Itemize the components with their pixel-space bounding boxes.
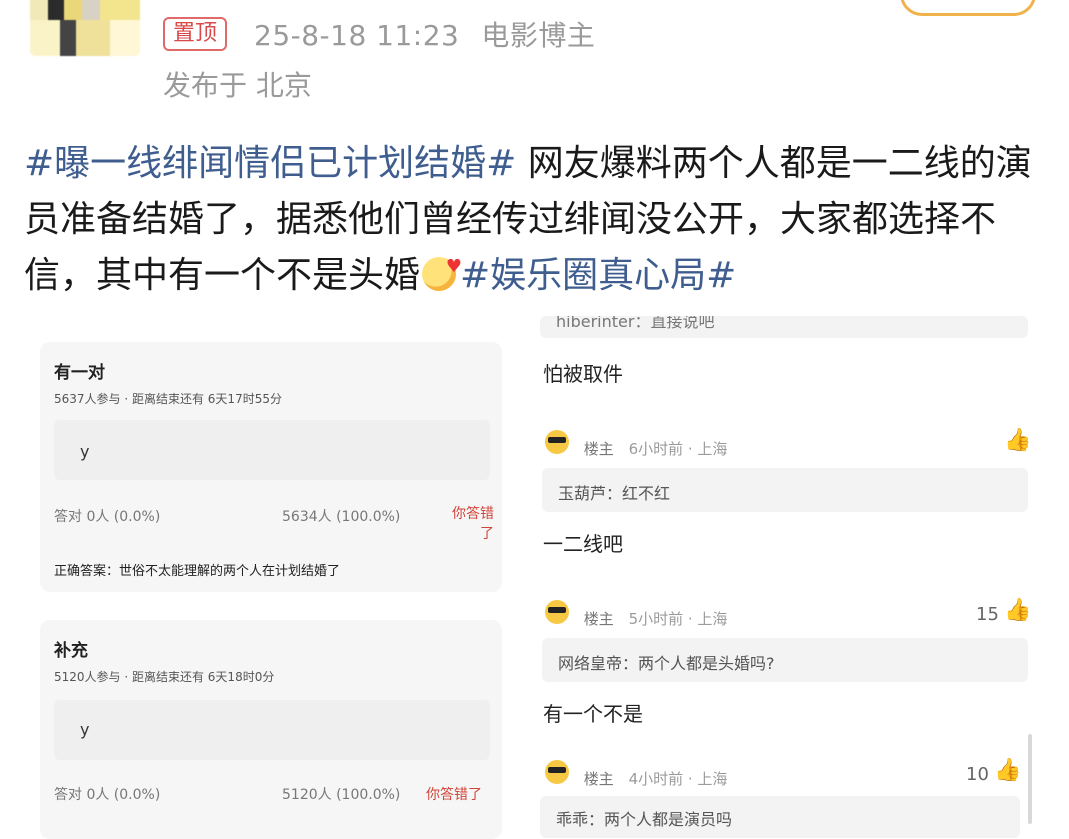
post-timestamp: 25-8-18 11:23 — [254, 19, 460, 52]
poll-result: 你答错了 — [452, 506, 494, 542]
pinned-badge: 置顶 — [163, 17, 228, 51]
like-count: 10 — [966, 764, 989, 785]
like-count: 15 — [976, 604, 999, 625]
scrollbar[interactable] — [1028, 734, 1032, 824]
comment-user-row: 楼主 4小时前 · 上海 — [545, 760, 727, 789]
poll-result: 你答错了 — [426, 787, 482, 803]
reply-text: 玉葫芦：红不红 — [558, 484, 671, 503]
comment-user[interactable]: 楼主 — [584, 610, 614, 628]
poll-title: 有一对 — [54, 363, 105, 383]
hashtag-link[interactable]: #娱乐圈真心局# — [460, 255, 736, 296]
comment-time: 4小时前 · 上海 — [628, 770, 728, 788]
poll-option-label: y — [80, 442, 90, 461]
comment-text: 怕被取件 — [543, 362, 623, 386]
post-meta: 25-8-18 11:23 电影博主 — [254, 14, 617, 54]
poll-option[interactable]: y — [54, 700, 490, 760]
comment-time: 5小时前 · 上海 — [628, 610, 728, 628]
thumbs-up-icon[interactable]: 👍 — [1004, 598, 1031, 623]
comment-text: 一二线吧 — [543, 532, 623, 556]
reply-text: hiberinter：直接说吧 — [556, 316, 715, 331]
reply-preview[interactable]: hiberinter：直接说吧 — [540, 316, 1028, 338]
poll-card: 有一对 5637人参与 · 距离结束还有 6天17时55分 y 答对 0人 (0… — [40, 342, 502, 592]
poll-correct-stat: 答对 0人 (0.0%) — [54, 787, 161, 803]
poll-card: 补充 5120人参与 · 距离结束还有 6天18时0分 y 答对 0人 (0.0… — [40, 620, 502, 839]
post-source: 电影博主 — [481, 19, 596, 52]
comment-user-row: 楼主 6小时前 · 上海 — [545, 430, 727, 459]
poll-correct-stat: 答对 0人 (0.0%) — [54, 509, 161, 525]
comment-time: 6小时前 · 上海 — [628, 440, 728, 458]
comment-text: 有一个不是 — [543, 702, 643, 726]
reply-preview[interactable]: 网络皇帝：两个人都是头婚吗? — [542, 638, 1028, 682]
post-location: 发布于 北京 — [163, 69, 312, 102]
hashtag-link[interactable]: #曝一线绯闻情侣已计划结婚# — [24, 143, 516, 184]
comment-user[interactable]: 楼主 — [584, 440, 614, 458]
comment-user[interactable]: 楼主 — [584, 770, 614, 788]
poll-option[interactable]: y — [54, 420, 490, 480]
sunglasses-emoji-icon — [545, 600, 569, 624]
poll-wrong-stat: 5634人 (100.0%) — [282, 509, 401, 525]
poll-answer: 正确答案：世俗不太能理解的两个人在计划结婚了 — [54, 564, 341, 579]
poll-wrong-stat: 5120人 (100.0%) — [282, 787, 401, 803]
sunglasses-emoji-icon — [545, 430, 569, 454]
poll-title: 补充 — [54, 641, 88, 661]
reply-text: 网络皇帝：两个人都是头婚吗? — [558, 654, 775, 673]
reply-preview[interactable]: 乖乖：两个人都是演员吗 — [540, 796, 1020, 838]
reply-text: 乖乖：两个人都是演员吗 — [556, 810, 733, 829]
reply-preview[interactable]: 玉葫芦：红不红 — [542, 468, 1028, 512]
thumbs-up-icon[interactable]: 👍 — [1004, 428, 1031, 453]
poll-option-label: y — [80, 720, 90, 739]
sunglasses-emoji-icon — [545, 760, 569, 784]
follow-button[interactable] — [900, 0, 1036, 16]
poll-meta: 5637人参与 · 距离结束还有 6天17时55分 — [54, 392, 282, 406]
yummy-face-emoji — [422, 239, 462, 295]
thumbs-up-icon[interactable]: 👍 — [994, 758, 1021, 783]
poll-meta: 5120人参与 · 距离结束还有 6天18时0分 — [54, 670, 275, 684]
comment-user-row: 楼主 5小时前 · 上海 — [545, 600, 727, 629]
avatar[interactable] — [30, 0, 140, 56]
post-text: #曝一线绯闻情侣已计划结婚# 网友爆料两个人都是一二线的演员准备结婚了，据悉他们… — [24, 136, 1044, 304]
